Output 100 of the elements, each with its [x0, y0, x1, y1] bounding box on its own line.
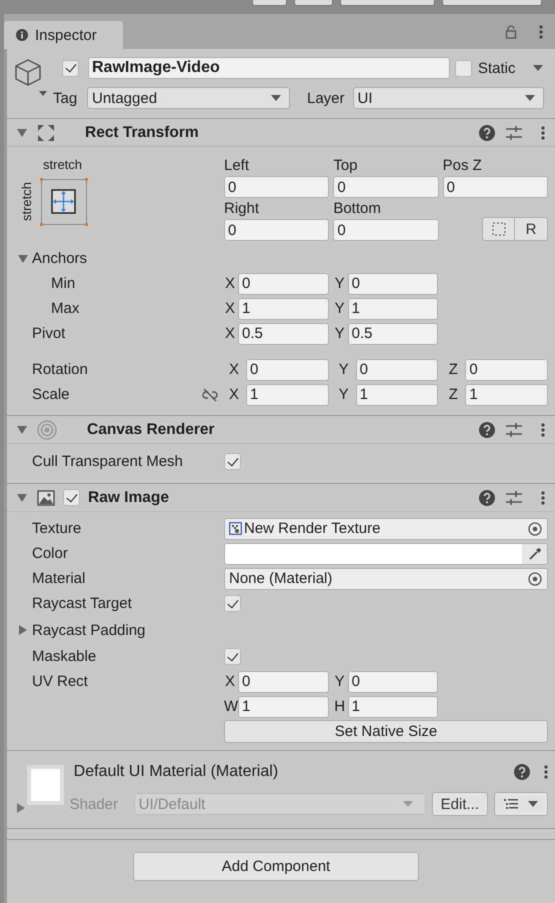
toolbar-button[interactable] — [252, 0, 287, 6]
property-label: Scale — [32, 386, 70, 403]
number-field[interactable]: 0 — [442, 176, 548, 198]
number-field[interactable]: 1 — [356, 384, 438, 406]
axis-label: Y — [338, 361, 350, 378]
checkbox[interactable] — [224, 648, 241, 665]
number-field[interactable]: 0 — [246, 358, 329, 380]
help-icon[interactable] — [479, 422, 495, 438]
foldout-arrow-icon[interactable] — [17, 128, 27, 138]
lock-icon[interactable] — [505, 24, 517, 38]
foldout-arrow-icon[interactable] — [18, 625, 28, 635]
number-field[interactable]: 1 — [238, 298, 329, 320]
object-field[interactable]: None (Material) — [224, 568, 548, 590]
toolbar-button[interactable] — [294, 0, 333, 6]
color-swatch[interactable] — [225, 544, 522, 564]
property-label[interactable]: Raycast Padding — [32, 622, 146, 638]
more-icon[interactable] — [539, 24, 543, 38]
number-field[interactable]: 0 — [465, 358, 548, 380]
checkbox[interactable] — [224, 595, 241, 612]
number-field[interactable]: 1 — [238, 696, 329, 718]
blueprint-mode-button[interactable] — [482, 217, 515, 241]
number-field[interactable]: 0 — [224, 219, 330, 241]
static-label: Static — [478, 60, 516, 76]
help-icon[interactable] — [514, 764, 530, 780]
axis-label: X — [224, 300, 236, 317]
active-checkbox[interactable] — [62, 60, 79, 76]
caret-icon — [528, 801, 538, 807]
layer-dropdown[interactable]: UI — [352, 87, 544, 109]
list-dropdown-button[interactable] — [494, 792, 548, 816]
number-field[interactable]: 0 — [333, 176, 439, 198]
object-picker-icon[interactable] — [528, 522, 542, 536]
sliders-icon[interactable] — [505, 124, 523, 140]
property-label: Maskable — [32, 648, 96, 665]
raw-edit-button[interactable]: R — [515, 217, 548, 241]
number-field[interactable]: 1 — [348, 298, 438, 320]
eyedropper-icon[interactable] — [528, 546, 542, 560]
preset-label: stretch — [43, 157, 84, 172]
number-field[interactable]: 0 — [238, 670, 329, 692]
number-field[interactable]: 0 — [238, 272, 329, 294]
number-field[interactable]: 1 — [348, 696, 438, 718]
number-field[interactable]: 0.5 — [238, 322, 329, 344]
number-field[interactable]: 0 — [224, 176, 330, 198]
axis-label: X — [224, 275, 236, 292]
inspector-tab[interactable]: Inspector — [4, 21, 123, 49]
caret-icon[interactable] — [532, 64, 544, 72]
offset-label: Left — [224, 157, 250, 174]
property-label: Pivot — [32, 325, 66, 342]
anchor-preset-icon[interactable] — [40, 178, 88, 226]
more-icon[interactable] — [541, 422, 545, 436]
help-icon[interactable] — [479, 124, 495, 140]
property-label: Raycast Target — [32, 595, 132, 612]
axis-label: Z — [448, 361, 459, 378]
axis-label: X — [228, 386, 240, 403]
material-preview — [27, 765, 64, 805]
number-field[interactable]: 0 — [348, 670, 438, 692]
axis-label: Y — [334, 673, 346, 690]
number-field[interactable]: 0 — [333, 219, 439, 241]
property-label: UV Rect — [32, 673, 88, 690]
tag-dropdown[interactable]: Untagged — [87, 87, 290, 109]
enabled-checkbox[interactable] — [63, 489, 80, 506]
component-header[interactable]: Canvas Renderer — [7, 416, 555, 444]
image-icon — [37, 490, 55, 506]
axis-label: Z — [448, 386, 459, 403]
number-field[interactable]: 0 — [356, 358, 438, 380]
number-field[interactable]: 0 — [348, 272, 438, 294]
number-field[interactable]: 1 — [246, 384, 329, 406]
offset-label: Bottom — [333, 200, 382, 217]
texture-icon — [229, 522, 242, 535]
edit-button[interactable]: Edit... — [432, 792, 488, 816]
shader-label: Shader — [70, 796, 120, 812]
more-icon[interactable] — [544, 765, 548, 779]
more-icon[interactable] — [541, 126, 545, 140]
toolbar-dropdown[interactable] — [442, 0, 542, 6]
help-icon[interactable] — [479, 490, 495, 506]
static-checkbox[interactable] — [455, 60, 472, 76]
component-header[interactable]: Raw Image — [7, 484, 555, 512]
add-component-button[interactable]: Add Component — [133, 852, 419, 881]
anchors-label[interactable]: Anchors — [32, 250, 88, 267]
component-header[interactable]: Rect Transform — [7, 119, 555, 147]
foldout-arrow-icon[interactable] — [16, 803, 26, 813]
more-icon[interactable] — [541, 490, 545, 504]
sliders-icon[interactable] — [505, 490, 523, 506]
foldout-arrow-icon[interactable] — [17, 424, 27, 434]
foldout-arrow-icon[interactable] — [17, 492, 27, 502]
sliders-icon[interactable] — [505, 422, 523, 438]
object-picker-icon[interactable] — [528, 572, 542, 586]
number-field[interactable]: 0.5 — [348, 322, 438, 344]
toolbar-dropdown[interactable] — [340, 0, 435, 6]
number-field[interactable]: 1 — [465, 384, 548, 406]
object-field[interactable]: New Render Texture — [224, 518, 548, 540]
caret-icon — [524, 95, 535, 101]
caret-icon — [402, 801, 413, 807]
set-native-size-button[interactable]: Set Native Size — [224, 720, 548, 743]
broken-link-icon[interactable] — [202, 388, 218, 402]
property-label: Color — [32, 545, 68, 562]
foldout-arrow-icon[interactable] — [18, 254, 28, 264]
checkbox[interactable] — [224, 453, 241, 470]
property-label: Cull Transparent Mesh — [32, 453, 183, 470]
tag-label: Tag — [53, 90, 78, 106]
name-field[interactable]: RawImage-Video — [88, 57, 450, 79]
